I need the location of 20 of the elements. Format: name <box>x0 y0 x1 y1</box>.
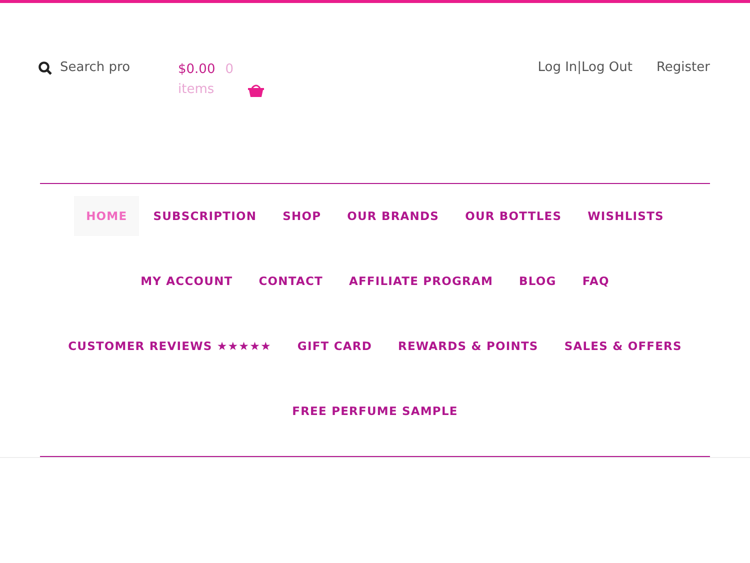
nav-link[interactable]: SUBSCRIPTION <box>141 196 269 236</box>
nav-link[interactable]: AFFILIATE PROGRAM <box>336 261 506 301</box>
nav-link[interactable]: REWARDS & POINTS <box>386 326 550 366</box>
basket-icon[interactable] <box>248 83 264 97</box>
nav-link[interactable]: MY ACCOUNT <box>128 261 245 301</box>
nav-link[interactable]: GIFT CARD <box>285 326 384 366</box>
nav-link[interactable]: OUR BOTTLES <box>453 196 574 236</box>
nav-link[interactable]: WISHLISTS <box>576 196 676 236</box>
nav-link[interactable]: FREE PERFUME SAMPLE <box>280 391 470 431</box>
nav-link[interactable]: CUSTOMER REVIEWS ★★★★★ <box>56 326 284 366</box>
nav-link[interactable]: OUR BRANDS <box>335 196 452 236</box>
nav-link[interactable]: BLOG <box>507 261 568 301</box>
nav-link[interactable]: CONTACT <box>246 261 335 301</box>
nav-link[interactable]: SALES & OFFERS <box>552 326 694 366</box>
cart-total[interactable]: $0.00 <box>178 60 216 80</box>
search-icon <box>38 60 52 74</box>
nav-link[interactable]: SHOP <box>270 196 334 236</box>
nav-link[interactable]: FAQ <box>570 261 622 301</box>
account-link[interactable]: Log In|Log Out <box>538 60 632 75</box>
account-link[interactable]: Register <box>656 60 710 75</box>
